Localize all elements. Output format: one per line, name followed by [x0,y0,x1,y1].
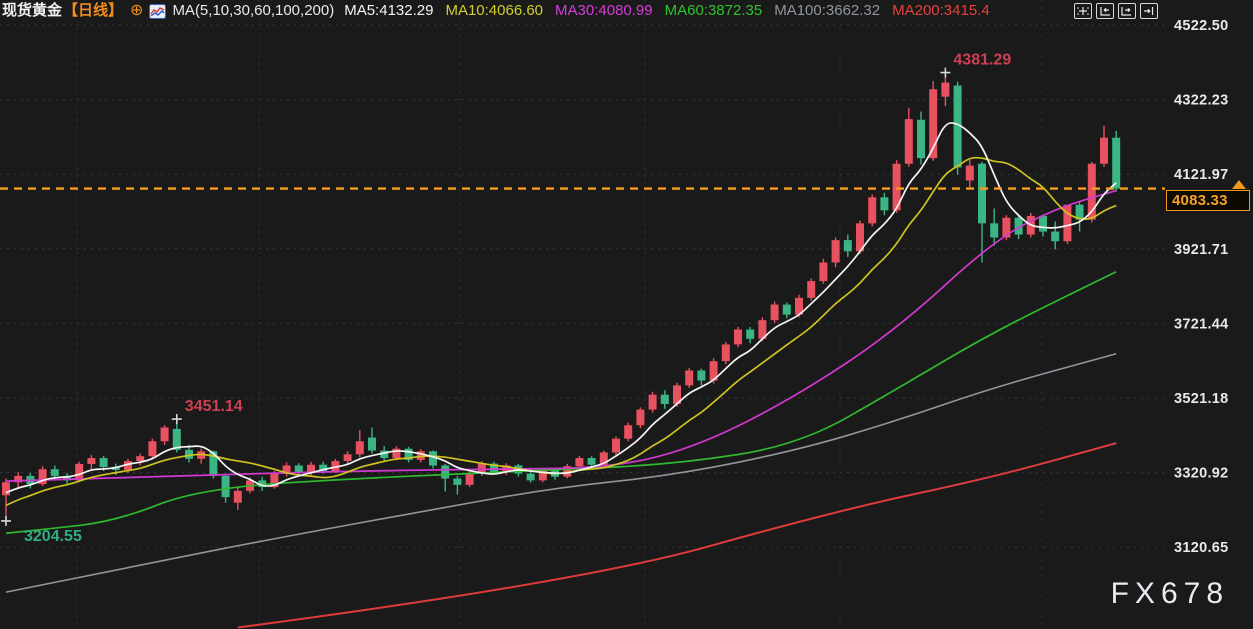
candle-up [2,482,10,495]
timeframe-label: 【日线】 [63,1,123,21]
candle-up [771,305,779,321]
shift-left-button[interactable] [1096,3,1114,19]
chart-window: 3204.55 3451.14 4381.29 4522.50 4322.23 4121.… [0,0,1253,629]
ma10-line [6,158,1116,506]
pan-tool-icon [1077,6,1089,16]
candle-down [1112,138,1120,189]
ma-legend: MA5:4132.29 MA10:4066.60 MA30:4080.99 MA60:… [344,1,1001,21]
candle-up [75,464,83,480]
ma-legend-item: MA100:3662.32 [774,2,880,19]
y-axis-tick-label: 4121.97 [1174,167,1229,183]
chart-header: 现货黄金 【日线】 ⊕ MA(5,10,30,60,100,200) MA5:4… [2,1,1002,21]
candle-down [441,465,449,478]
candle-up [734,330,742,345]
y-axis-tick-label: 3120.65 [1174,540,1229,556]
last-price-value: 4083.33 [1172,192,1228,209]
extreme-cross-icon [1,516,11,526]
candle-up [234,491,242,503]
price-up-arrow-icon [1232,180,1246,189]
candle-down [100,458,108,467]
y-axis-tick-label: 4522.50 [1174,18,1229,34]
candle-up [636,410,644,426]
y-axis-labels: 4522.50 4322.23 4121.97 3921.71 3721.44 3521.… [1174,18,1229,556]
candle-down [588,458,596,465]
candle-up [478,464,486,473]
grid-lines [0,0,1168,629]
jump-to-latest-icon [1143,6,1155,16]
candle-up [941,83,949,97]
price-annotation-label: 3451.14 [185,398,243,415]
candle-up [161,427,169,441]
ma5-line [6,123,1116,493]
candle-up [624,425,632,438]
candle-down [368,438,376,451]
last-price-badge: 4083.33 [1166,190,1250,211]
candle-down [51,469,59,476]
shift-left-icon [1099,6,1111,16]
candle-up [685,370,693,385]
candle-up [392,449,400,458]
y-axis-tick-label: 3320.92 [1174,466,1229,482]
candle-up [649,395,657,410]
candle-up [148,441,156,456]
candle-down [697,370,705,380]
candle-down [880,197,888,210]
candle-down [222,476,230,497]
indicator-chart-icon[interactable] [149,4,166,19]
candle-down [1039,216,1047,232]
price-annotation-label: 3204.55 [24,528,82,545]
ma-legend-item: MA10:4066.60 [445,2,543,19]
candle-up [1100,138,1108,164]
candle-down [978,164,986,224]
candle-up [807,281,815,298]
shift-right-icon [1121,6,1133,16]
candle-up [612,439,620,453]
candle-down [453,479,461,485]
candle-up [819,262,827,281]
candle-down [844,240,852,251]
candle-down [527,474,535,481]
ma-group-label: MA(5,10,30,60,100,200) [172,1,334,21]
watermark: FX678 [1111,577,1229,611]
candle-up [136,456,144,461]
ma-legend-item: MA200:3415.4 [892,2,990,19]
candlestick-chart[interactable]: 3204.55 3451.14 4381.29 4522.50 4322.23 4121.… [0,0,1253,629]
y-axis-tick-label: 3721.44 [1174,316,1229,332]
ma-legend-item: MA60:3872.35 [665,2,763,19]
y-axis-tick-label: 4322.23 [1174,93,1229,109]
candle-down [917,120,925,158]
y-axis-tick-label: 3521.18 [1174,391,1229,407]
extreme-cross-icon [172,414,182,424]
candle-up [966,166,974,181]
candle-up [905,119,913,164]
candle-down [783,305,791,315]
shift-right-button[interactable] [1118,3,1136,19]
candle-up [868,197,876,223]
add-indicator-button[interactable]: ⊕ [130,1,143,21]
symbol-name: 现货黄金 [2,1,62,21]
jump-to-latest-button[interactable] [1140,3,1158,19]
candle-up [87,458,95,464]
candle-down [990,223,998,237]
ma-legend-item: MA30:4080.99 [555,2,653,19]
ma30-line [6,191,1116,482]
candle-down [661,395,669,404]
chart-toolbar [1074,3,1158,19]
ma-lines-layer [6,123,1116,628]
candle-up [356,441,364,454]
candle-up [344,454,352,461]
extreme-cross-icon [940,68,950,78]
price-annotation-label: 4381.29 [953,52,1011,69]
pan-tool-button[interactable] [1074,3,1092,19]
candle-up [722,344,730,361]
candle-down [1051,232,1059,242]
y-axis-tick-label: 3921.71 [1174,242,1229,258]
ma-legend-item: MA5:4132.29 [344,2,433,19]
candle-up [466,473,474,485]
candle-up [575,458,583,466]
candle-up [832,240,840,262]
candle-down [746,330,754,339]
